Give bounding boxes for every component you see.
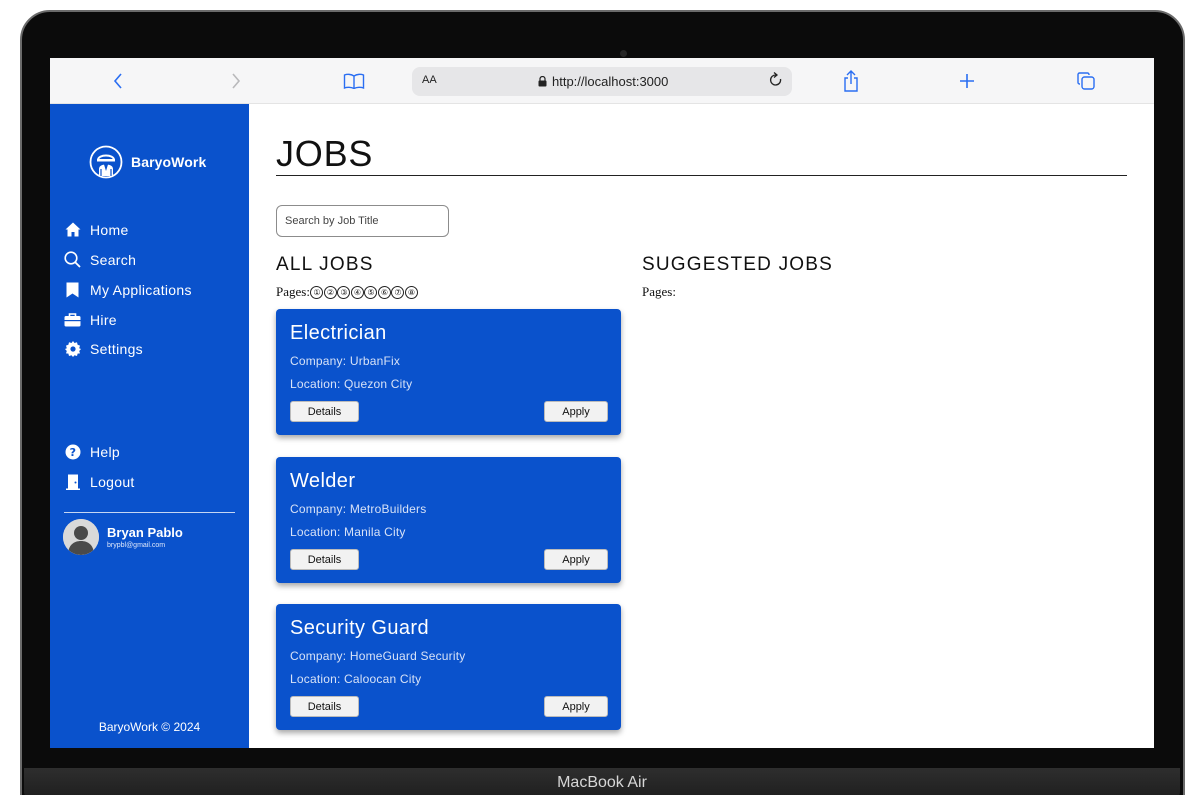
- user-name: Bryan Pablo: [107, 525, 183, 540]
- user-profile[interactable]: Bryan Pablo brypbl@gmail.com: [63, 519, 183, 555]
- tabs-icon[interactable]: [1075, 58, 1097, 104]
- user-email: brypbl@gmail.com: [107, 542, 166, 549]
- details-button[interactable]: Details: [290, 696, 359, 717]
- sidebar-item-logout[interactable]: Logout: [64, 473, 135, 490]
- job-title: Electrician: [290, 322, 387, 344]
- home-icon: [64, 221, 81, 238]
- bookmarks-icon[interactable]: [342, 58, 366, 104]
- page-title: JOBS: [276, 133, 374, 174]
- job-location: Location: Quezon City: [290, 377, 413, 391]
- sidebar-item-label: Help: [90, 443, 120, 460]
- new-tab-icon[interactable]: [956, 58, 978, 104]
- sidebar-item-label: Hire: [90, 311, 117, 328]
- sidebar-item-settings[interactable]: Settings: [64, 340, 143, 357]
- page-8-button[interactable]: ⑧: [404, 285, 418, 299]
- sidebar-item-label: My Applications: [90, 281, 192, 298]
- apply-button[interactable]: Apply: [544, 549, 608, 570]
- forward-icon[interactable]: [225, 58, 247, 104]
- brand-name: BaryoWork: [131, 154, 207, 170]
- sidebar-item-label: Logout: [90, 473, 135, 490]
- job-card[interactable]: Welder Company: MetroBuilders Location: …: [276, 457, 621, 583]
- reload-icon[interactable]: [768, 70, 784, 95]
- suggested-jobs-pagination: Pages:: [642, 284, 676, 300]
- page-3-button[interactable]: ③: [337, 285, 351, 299]
- sidebar-item-help[interactable]: ? Help: [64, 443, 120, 460]
- search-input[interactable]: [276, 205, 449, 237]
- apply-button[interactable]: Apply: [544, 401, 608, 422]
- sidebar-footer: BaryoWork © 2024: [98, 720, 201, 734]
- job-company: Company: UrbanFix: [290, 354, 401, 368]
- job-title: Security Guard: [290, 617, 429, 639]
- avatar: [63, 519, 99, 555]
- job-card[interactable]: Electrician Company: UrbanFix Location: …: [276, 309, 621, 435]
- briefcase-icon: [64, 311, 81, 328]
- job-title: Welder: [290, 470, 356, 492]
- pages-label: Pages:: [642, 284, 676, 299]
- job-company: Company: HomeGuard Security: [290, 649, 466, 663]
- page-1-button[interactable]: ①: [310, 285, 324, 299]
- back-icon[interactable]: [107, 58, 129, 104]
- title-divider: [276, 175, 1127, 176]
- brand-logo[interactable]: BaryoWork: [89, 145, 206, 179]
- url-text: http://localhost:3000: [552, 74, 669, 89]
- details-button[interactable]: Details: [290, 401, 359, 422]
- pages-label: Pages:: [276, 284, 310, 299]
- laptop-base-label: MacBook Air: [24, 768, 1180, 795]
- gear-icon: [64, 340, 81, 357]
- all-jobs-pagination: Pages: ① ② ③ ④ ⑤ ⑥ ⑦ ⑧: [276, 284, 418, 300]
- browser-toolbar: AA http://localhost:3000: [50, 58, 1154, 104]
- search-icon: [64, 251, 81, 268]
- url-display[interactable]: http://localhost:3000: [538, 74, 668, 89]
- apply-button[interactable]: Apply: [544, 696, 608, 717]
- sidebar-item-label: Settings: [90, 340, 143, 357]
- logout-icon: [64, 473, 81, 490]
- sidebar-item-my-applications[interactable]: My Applications: [64, 281, 192, 298]
- page-5-button[interactable]: ⑤: [364, 285, 378, 299]
- address-bar[interactable]: AA http://localhost:3000: [412, 67, 792, 96]
- browser-window: AA http://localhost:3000 BaryoWork Home …: [50, 58, 1154, 748]
- details-button[interactable]: Details: [290, 549, 359, 570]
- share-icon[interactable]: [839, 58, 863, 104]
- sidebar-item-label: Home: [90, 221, 129, 238]
- page-7-button[interactable]: ⑦: [391, 285, 405, 299]
- bookmark-icon: [64, 281, 81, 298]
- text-size-button[interactable]: AA: [422, 74, 437, 86]
- job-card[interactable]: Security Guard Company: HomeGuard Securi…: [276, 604, 621, 730]
- sidebar: BaryoWork Home Search My Applications Hi…: [50, 104, 249, 748]
- logo-icon: [89, 145, 123, 179]
- sidebar-item-search[interactable]: Search: [64, 251, 136, 268]
- svg-text:?: ?: [69, 446, 76, 459]
- help-icon: ?: [64, 443, 81, 460]
- page-4-button[interactable]: ④: [350, 285, 364, 299]
- sidebar-item-hire[interactable]: Hire: [64, 311, 117, 328]
- lock-icon: [538, 76, 547, 87]
- suggested-jobs-title: SUGGESTED JOBS: [642, 254, 834, 275]
- sidebar-item-label: Search: [90, 251, 137, 268]
- page-2-button[interactable]: ②: [323, 285, 337, 299]
- all-jobs-title: ALL JOBS: [276, 254, 374, 275]
- sidebar-item-home[interactable]: Home: [64, 221, 129, 238]
- job-location: Location: Manila City: [290, 525, 406, 539]
- main-content: JOBS ALL JOBS Pages: ① ② ③ ④ ⑤ ⑥ ⑦ ⑧ SUG…: [249, 104, 1154, 748]
- sidebar-divider: [64, 512, 235, 513]
- page-6-button[interactable]: ⑥: [377, 285, 391, 299]
- job-location: Location: Caloocan City: [290, 672, 422, 686]
- job-company: Company: MetroBuilders: [290, 502, 427, 516]
- camera-dot: [620, 50, 627, 57]
